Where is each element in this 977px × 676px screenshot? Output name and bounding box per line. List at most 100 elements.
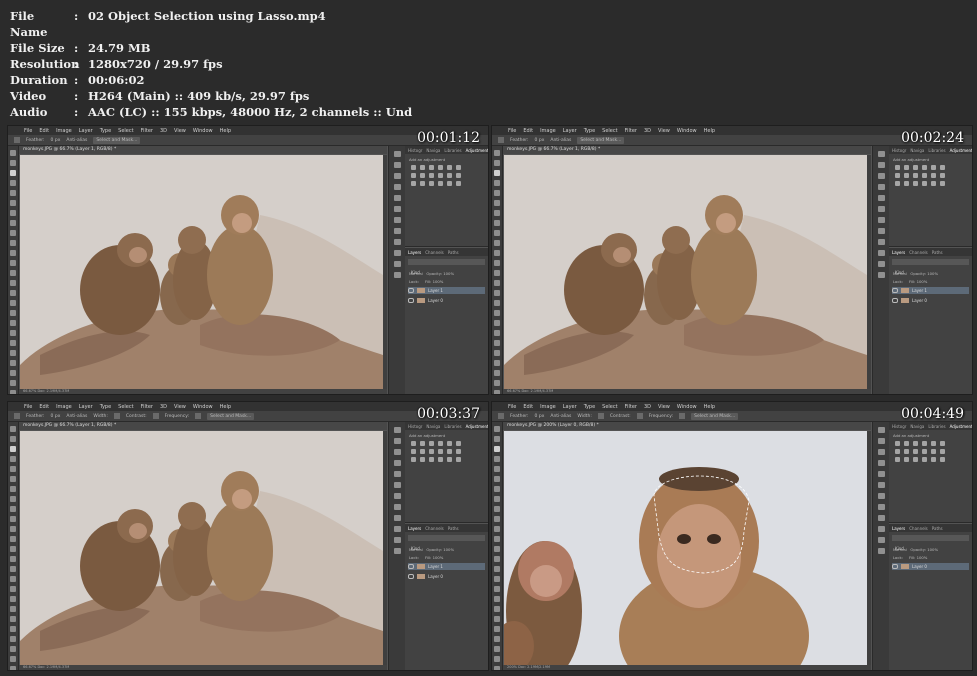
lasso-tool-icon[interactable] [10, 170, 16, 176]
tool-icon[interactable] [494, 270, 500, 276]
adjustment-icon[interactable] [940, 181, 945, 186]
menu-window[interactable]: Window [677, 128, 697, 134]
adjustment-icon[interactable] [904, 181, 909, 186]
layer-row[interactable]: Layer 1 [892, 287, 969, 294]
menu-file[interactable]: File [508, 128, 516, 134]
adjustment-icon[interactable] [420, 449, 425, 454]
tool-icon[interactable] [10, 586, 16, 592]
tool-icon[interactable] [10, 220, 16, 226]
tool-icon[interactable] [494, 456, 500, 462]
panel-tab[interactable]: Layers [892, 526, 905, 531]
menu-view[interactable]: View [174, 128, 186, 134]
panel-tab[interactable]: Paths [448, 250, 459, 255]
adjustment-icon[interactable] [447, 449, 452, 454]
menu-image[interactable]: Image [56, 404, 72, 410]
adjustment-icon[interactable] [429, 457, 434, 462]
panel-icon[interactable] [877, 449, 885, 455]
adjustment-icon[interactable] [904, 165, 909, 170]
menu-filter[interactable]: Filter [625, 128, 637, 134]
tool-icon[interactable] [10, 496, 16, 502]
panel-tab[interactable]: Layers [892, 250, 905, 255]
adjustment-icon[interactable] [913, 441, 918, 446]
tool-icon[interactable] [10, 476, 16, 482]
adjustment-icon[interactable] [913, 449, 918, 454]
tool-icon[interactable] [10, 230, 16, 236]
menu-window[interactable]: Window [193, 404, 213, 410]
panel-icon[interactable] [393, 449, 401, 455]
panel-icon[interactable] [393, 482, 401, 488]
menu-3d[interactable]: 3D [160, 128, 167, 134]
fill-input[interactable]: 100% [433, 279, 444, 284]
blend-mode-select[interactable]: Normal [893, 271, 907, 276]
panel-icon[interactable] [877, 482, 885, 488]
tool-icon[interactable] [10, 606, 16, 612]
tool-icon[interactable] [494, 390, 500, 394]
adjustment-icon[interactable] [420, 165, 425, 170]
panel-icon[interactable] [877, 504, 885, 510]
fill-input[interactable]: 100% [917, 555, 928, 560]
layer-row[interactable]: Layer 1 [408, 287, 485, 294]
tool-icon[interactable] [494, 220, 500, 226]
menu-image[interactable]: Image [56, 128, 72, 134]
tool-icon[interactable] [494, 526, 500, 532]
anti-alias-checkbox[interactable]: Anti-alias [550, 414, 571, 419]
adjustment-icon[interactable] [411, 441, 416, 446]
panel-icon[interactable] [877, 493, 885, 499]
adjustment-icon[interactable] [420, 441, 425, 446]
panel-icon[interactable] [877, 206, 885, 212]
menu-window[interactable]: Window [193, 128, 213, 134]
lasso-preset-icon[interactable] [498, 413, 504, 419]
tool-icon[interactable] [494, 556, 500, 562]
tool-icon[interactable] [10, 340, 16, 346]
fill-input[interactable]: 100% [917, 279, 928, 284]
tool-icon[interactable] [494, 506, 500, 512]
menu-type[interactable]: Type [100, 128, 111, 134]
panel-tab[interactable]: Adjustments [950, 424, 972, 429]
menu-select[interactable]: Select [118, 128, 133, 134]
tool-icon[interactable] [494, 260, 500, 266]
menu-file[interactable]: File [24, 128, 32, 134]
panel-tab[interactable]: Libraries [444, 148, 461, 153]
panel-icon[interactable] [877, 537, 885, 543]
menu-view[interactable]: View [174, 404, 186, 410]
panel-icon[interactable] [393, 537, 401, 543]
video-thumbnail[interactable]: 00:02:24 File Edit Image Layer Type Select Fil… [491, 125, 973, 395]
tool-icon[interactable] [494, 230, 500, 236]
adjustment-icon[interactable] [895, 449, 900, 454]
adjustment-icon[interactable] [922, 173, 927, 178]
eye-icon[interactable] [408, 564, 414, 569]
layer-filter[interactable]: Kind [408, 535, 485, 551]
menu-3d[interactable]: 3D [644, 404, 651, 410]
adjustment-icon[interactable] [438, 449, 443, 454]
adjustment-icon[interactable] [447, 441, 452, 446]
tool-icon[interactable] [10, 636, 16, 642]
feather-input[interactable]: 0 px [51, 138, 61, 143]
panel-icon[interactable] [877, 460, 885, 466]
adjustment-icon[interactable] [931, 173, 936, 178]
menu-select[interactable]: Select [602, 404, 617, 410]
select-and-mask-button[interactable]: Select and Mask... [577, 136, 625, 144]
panel-icon[interactable] [393, 427, 401, 433]
select-and-mask-button[interactable]: Select and Mask... [691, 412, 739, 420]
select-and-mask-button[interactable]: Select and Mask... [93, 136, 141, 144]
adjustment-icon[interactable] [456, 173, 461, 178]
panel-icon[interactable] [877, 272, 885, 278]
layer-filter[interactable]: Kind [408, 259, 485, 275]
menu-view[interactable]: View [658, 128, 670, 134]
adjustment-icon[interactable] [429, 441, 434, 446]
tool-icon[interactable] [10, 270, 16, 276]
menu-select[interactable]: Select [602, 128, 617, 134]
panel-icon[interactable] [393, 493, 401, 499]
adjustment-icon[interactable] [411, 173, 416, 178]
tool-icon[interactable] [494, 380, 500, 386]
tool-icon[interactable] [10, 466, 16, 472]
menu-edit[interactable]: Edit [523, 404, 533, 410]
tool-icon[interactable] [10, 576, 16, 582]
adjustment-icon[interactable] [895, 457, 900, 462]
document-tab[interactable]: monkeys.JPG @ 66.7% (Layer 1, RGB/8) * [19, 422, 387, 430]
lasso-preset-icon[interactable] [14, 413, 20, 419]
tool-icon[interactable] [494, 180, 500, 186]
tool-icon[interactable] [10, 380, 16, 386]
eye-icon[interactable] [408, 574, 414, 579]
tool-icon[interactable] [494, 586, 500, 592]
